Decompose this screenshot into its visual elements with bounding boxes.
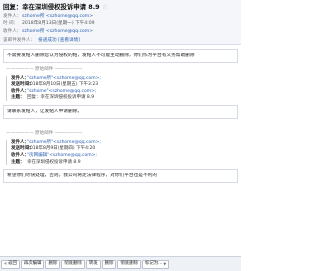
- sender-row: 发件人： szhome所 <szhome@qq.com>: [3, 14, 238, 20]
- complete-delete-button-2[interactable]: 彻底删除: [117, 259, 141, 269]
- back-button[interactable]: « 返回: [1, 259, 20, 269]
- quoted-label: 发送时间：: [11, 82, 34, 88]
- email-subject: 回复：幸在深圳侵权投诉申请 8.9 ☆: [3, 3, 238, 12]
- security-text: 该邮件发件人：: [3, 37, 36, 43]
- quoted-value[interactable]: "szhome"<szhome@qq.com>;: [27, 89, 96, 95]
- recipient-value[interactable]: szhome所 <szhome@qq.com>: [22, 29, 93, 35]
- recipient-row: 收件人： szhome所 <szhome@qq.com>: [3, 29, 238, 35]
- subject-text: 回复：幸在深圳侵权投诉申请 8.9: [3, 3, 100, 12]
- quoted-label: 收件人：: [11, 152, 29, 158]
- quoted-label: 发件人：: [11, 139, 29, 145]
- quoted-value: 幸在深圳侵权投诉申请 8.9: [27, 159, 81, 165]
- reply-note-1: 不需要发帖人删除您认为侵权的帖，发帖人不可能主动删除，你们作为平台有义务帮助删除: [3, 49, 238, 63]
- security-row: 该邮件发件人： 投递成功 [查看详情]: [3, 38, 238, 44]
- quoted-label: 收件人：: [11, 88, 29, 94]
- sender-value[interactable]: szhome所 <szhome@qq.com>: [22, 14, 93, 20]
- quoted-value[interactable]: "szhome所"<szhome@qq.com>;: [27, 140, 101, 146]
- quoted-value[interactable]: "szhome所"<szhome@qq.com>;: [27, 76, 101, 82]
- time-label: 时 间：: [3, 21, 19, 27]
- quoted-subject-row: 主题： 幸在深圳侵权投诉申请 8.9: [11, 160, 238, 166]
- quoted-label: 发件人：: [11, 75, 29, 81]
- original-mail-divider-1: —————— 原始邮件 ——————: [6, 66, 83, 72]
- delete-button[interactable]: 删除: [45, 259, 61, 269]
- re-edit-button[interactable]: 再次编辑: [20, 259, 45, 269]
- quoted-sender-row: 发件人： "szhome所"<szhome@qq.com>;: [11, 76, 238, 82]
- reply-note-3-text: 希望你们尽快处理，否则，我公司将走法律程序，对你们平台也是不利的: [7, 173, 158, 179]
- forward-button[interactable]: 转发: [85, 259, 101, 269]
- original-mail-divider-2: —————— 原始邮件 ——————: [6, 130, 83, 136]
- chevron-down-icon: ▼: [163, 261, 167, 266]
- quoted-value: 2018年8月9日(星期四) 下午4:20: [27, 146, 96, 152]
- email-body: 不需要发帖人删除您认为侵权的帖，发帖人不可能主动删除，你们作为平台有义务帮助删除…: [0, 46, 241, 256]
- mark-as-dropdown[interactable]: 标记为... ▼: [141, 259, 170, 269]
- quoted-value[interactable]: "房网编辑"<szhome@qq.com>;: [27, 153, 97, 159]
- star-icon[interactable]: ☆: [102, 3, 108, 12]
- quoted-time-row: 发送时间： 2018年8月9日(星期四) 下午4:20: [11, 146, 238, 152]
- delete-button-2[interactable]: 删除: [101, 259, 117, 269]
- reply-note-3: 希望你们尽快处理，否则，我公司将走法律程序，对你们平台也是不利的: [3, 169, 238, 184]
- back-arrow-icon: «: [4, 260, 8, 267]
- delivery-status-link[interactable]: 投递成功 [查看详情]: [38, 38, 80, 44]
- time-row: 时 间： 2018年8月13日(星期一) 下午4:09: [3, 21, 238, 27]
- time-value: 2018年8月13日(星期一) 下午4:09: [22, 21, 95, 27]
- quoted-value: 2018年8月10日(星期五) 下午3:23: [27, 82, 99, 88]
- quoted-label: 主题：: [11, 95, 25, 101]
- reply-note-2: 请联系发帖人，让发帖人申请删除。: [3, 105, 238, 119]
- quoted-label: 发送时间：: [11, 146, 34, 152]
- reply-note-2-text: 请联系发帖人，让发帖人申请删除。: [7, 109, 83, 115]
- complete-delete-button[interactable]: 彻底删除: [61, 259, 85, 269]
- quoted-header-1: 发件人： "szhome所"<szhome@qq.com>; 发送时间： 201…: [6, 75, 238, 102]
- quoted-recipient-row: 收件人： "szhome"<szhome@qq.com>;: [11, 89, 238, 95]
- quoted-recipient-row: 收件人： "房网编辑"<szhome@qq.com>;: [11, 153, 238, 159]
- quoted-subject-row: 主题： 回复：幸在深圳侵权投诉申请 8.9: [11, 95, 238, 101]
- email-header: 回复：幸在深圳侵权投诉申请 8.9 ☆ 发件人： szhome所 <szhome…: [0, 0, 241, 45]
- quoted-header-2: 发件人： "szhome所"<szhome@qq.com>; 发送时间： 201…: [6, 139, 238, 166]
- quoted-time-row: 发送时间： 2018年8月10日(星期五) 下午3:23: [11, 82, 238, 88]
- recipient-label: 收件人：: [3, 29, 22, 35]
- mail-toolbar: « 返回 再次编辑 删除 彻底删除 转发 删除 彻底删除 标记为... ▼: [0, 256, 241, 271]
- quoted-sender-row: 发件人： "szhome所"<szhome@qq.com>;: [11, 140, 238, 146]
- sender-label: 发件人：: [3, 13, 22, 19]
- quoted-label: 主题：: [11, 159, 25, 165]
- reply-note-1-text: 不需要发帖人删除您认为侵权的帖，发帖人不可能主动删除，你们作为平台有义务帮助删除: [7, 53, 195, 58]
- quoted-value: 回复：幸在深圳侵权投诉申请 8.9: [27, 95, 95, 101]
